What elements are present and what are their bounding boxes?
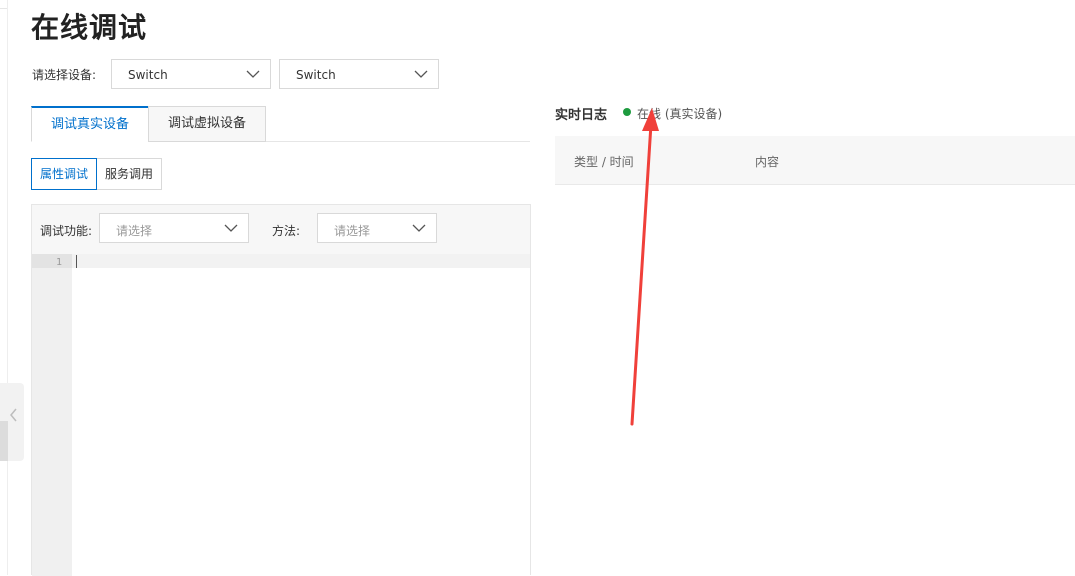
- function-label: 调试功能:: [40, 224, 93, 238]
- method-select[interactable]: 请选择: [317, 213, 437, 243]
- line-numbers: 1: [32, 254, 72, 576]
- service-call-button[interactable]: 服务调用: [96, 158, 162, 190]
- debug-panel: 调试功能: 请选择 方法: 请选择 1: [31, 204, 531, 576]
- tab-label: 调试虚拟设备: [167, 116, 246, 131]
- method-select-placeholder: 请选择: [334, 224, 371, 238]
- realtime-log-title: 实时日志: [555, 108, 608, 123]
- log-table-header: 类型 / 时间 内容: [555, 136, 1075, 185]
- product-select[interactable]: Switch: [111, 59, 271, 89]
- active-line-highlight: [72, 254, 530, 268]
- sidebar-collapse-handle[interactable]: [0, 383, 24, 461]
- chevron-down-icon: [412, 224, 426, 232]
- column-type-time: 类型 / 时间: [574, 155, 634, 169]
- line-number: 1: [55, 257, 62, 268]
- text-cursor: [76, 255, 77, 268]
- top-divider: [0, 8, 7, 9]
- property-debug-button[interactable]: 属性调试: [31, 158, 97, 190]
- function-select-placeholder: 请选择: [116, 224, 153, 238]
- button-label: 属性调试: [39, 167, 88, 181]
- chevron-down-icon: [224, 224, 238, 232]
- tab-debug-virtual-device[interactable]: 调试虚拟设备: [148, 106, 266, 142]
- device-status: 在线 (真实设备): [637, 107, 723, 121]
- device-select[interactable]: Switch: [279, 59, 439, 89]
- collapse-handle-edge: [0, 421, 8, 461]
- chevron-down-icon: [246, 70, 260, 78]
- status-dot-icon: [623, 108, 631, 116]
- method-label: 方法:: [272, 224, 301, 238]
- product-select-value: Switch: [128, 68, 168, 82]
- device-select-value: Switch: [296, 68, 336, 82]
- device-select-label: 请选择设备:: [32, 68, 97, 82]
- chevron-down-icon: [414, 70, 428, 78]
- column-content: 内容: [755, 155, 780, 169]
- function-select[interactable]: 请选择: [99, 213, 249, 243]
- button-label: 服务调用: [104, 167, 153, 181]
- tab-label: 调试真实设备: [50, 117, 129, 132]
- chevron-left-icon: [10, 408, 17, 422]
- page-title: 在线调试: [31, 11, 148, 44]
- sidebar-edge: [7, 0, 8, 575]
- tab-debug-real-device[interactable]: 调试真实设备: [31, 106, 149, 142]
- code-editor[interactable]: 1: [32, 254, 530, 576]
